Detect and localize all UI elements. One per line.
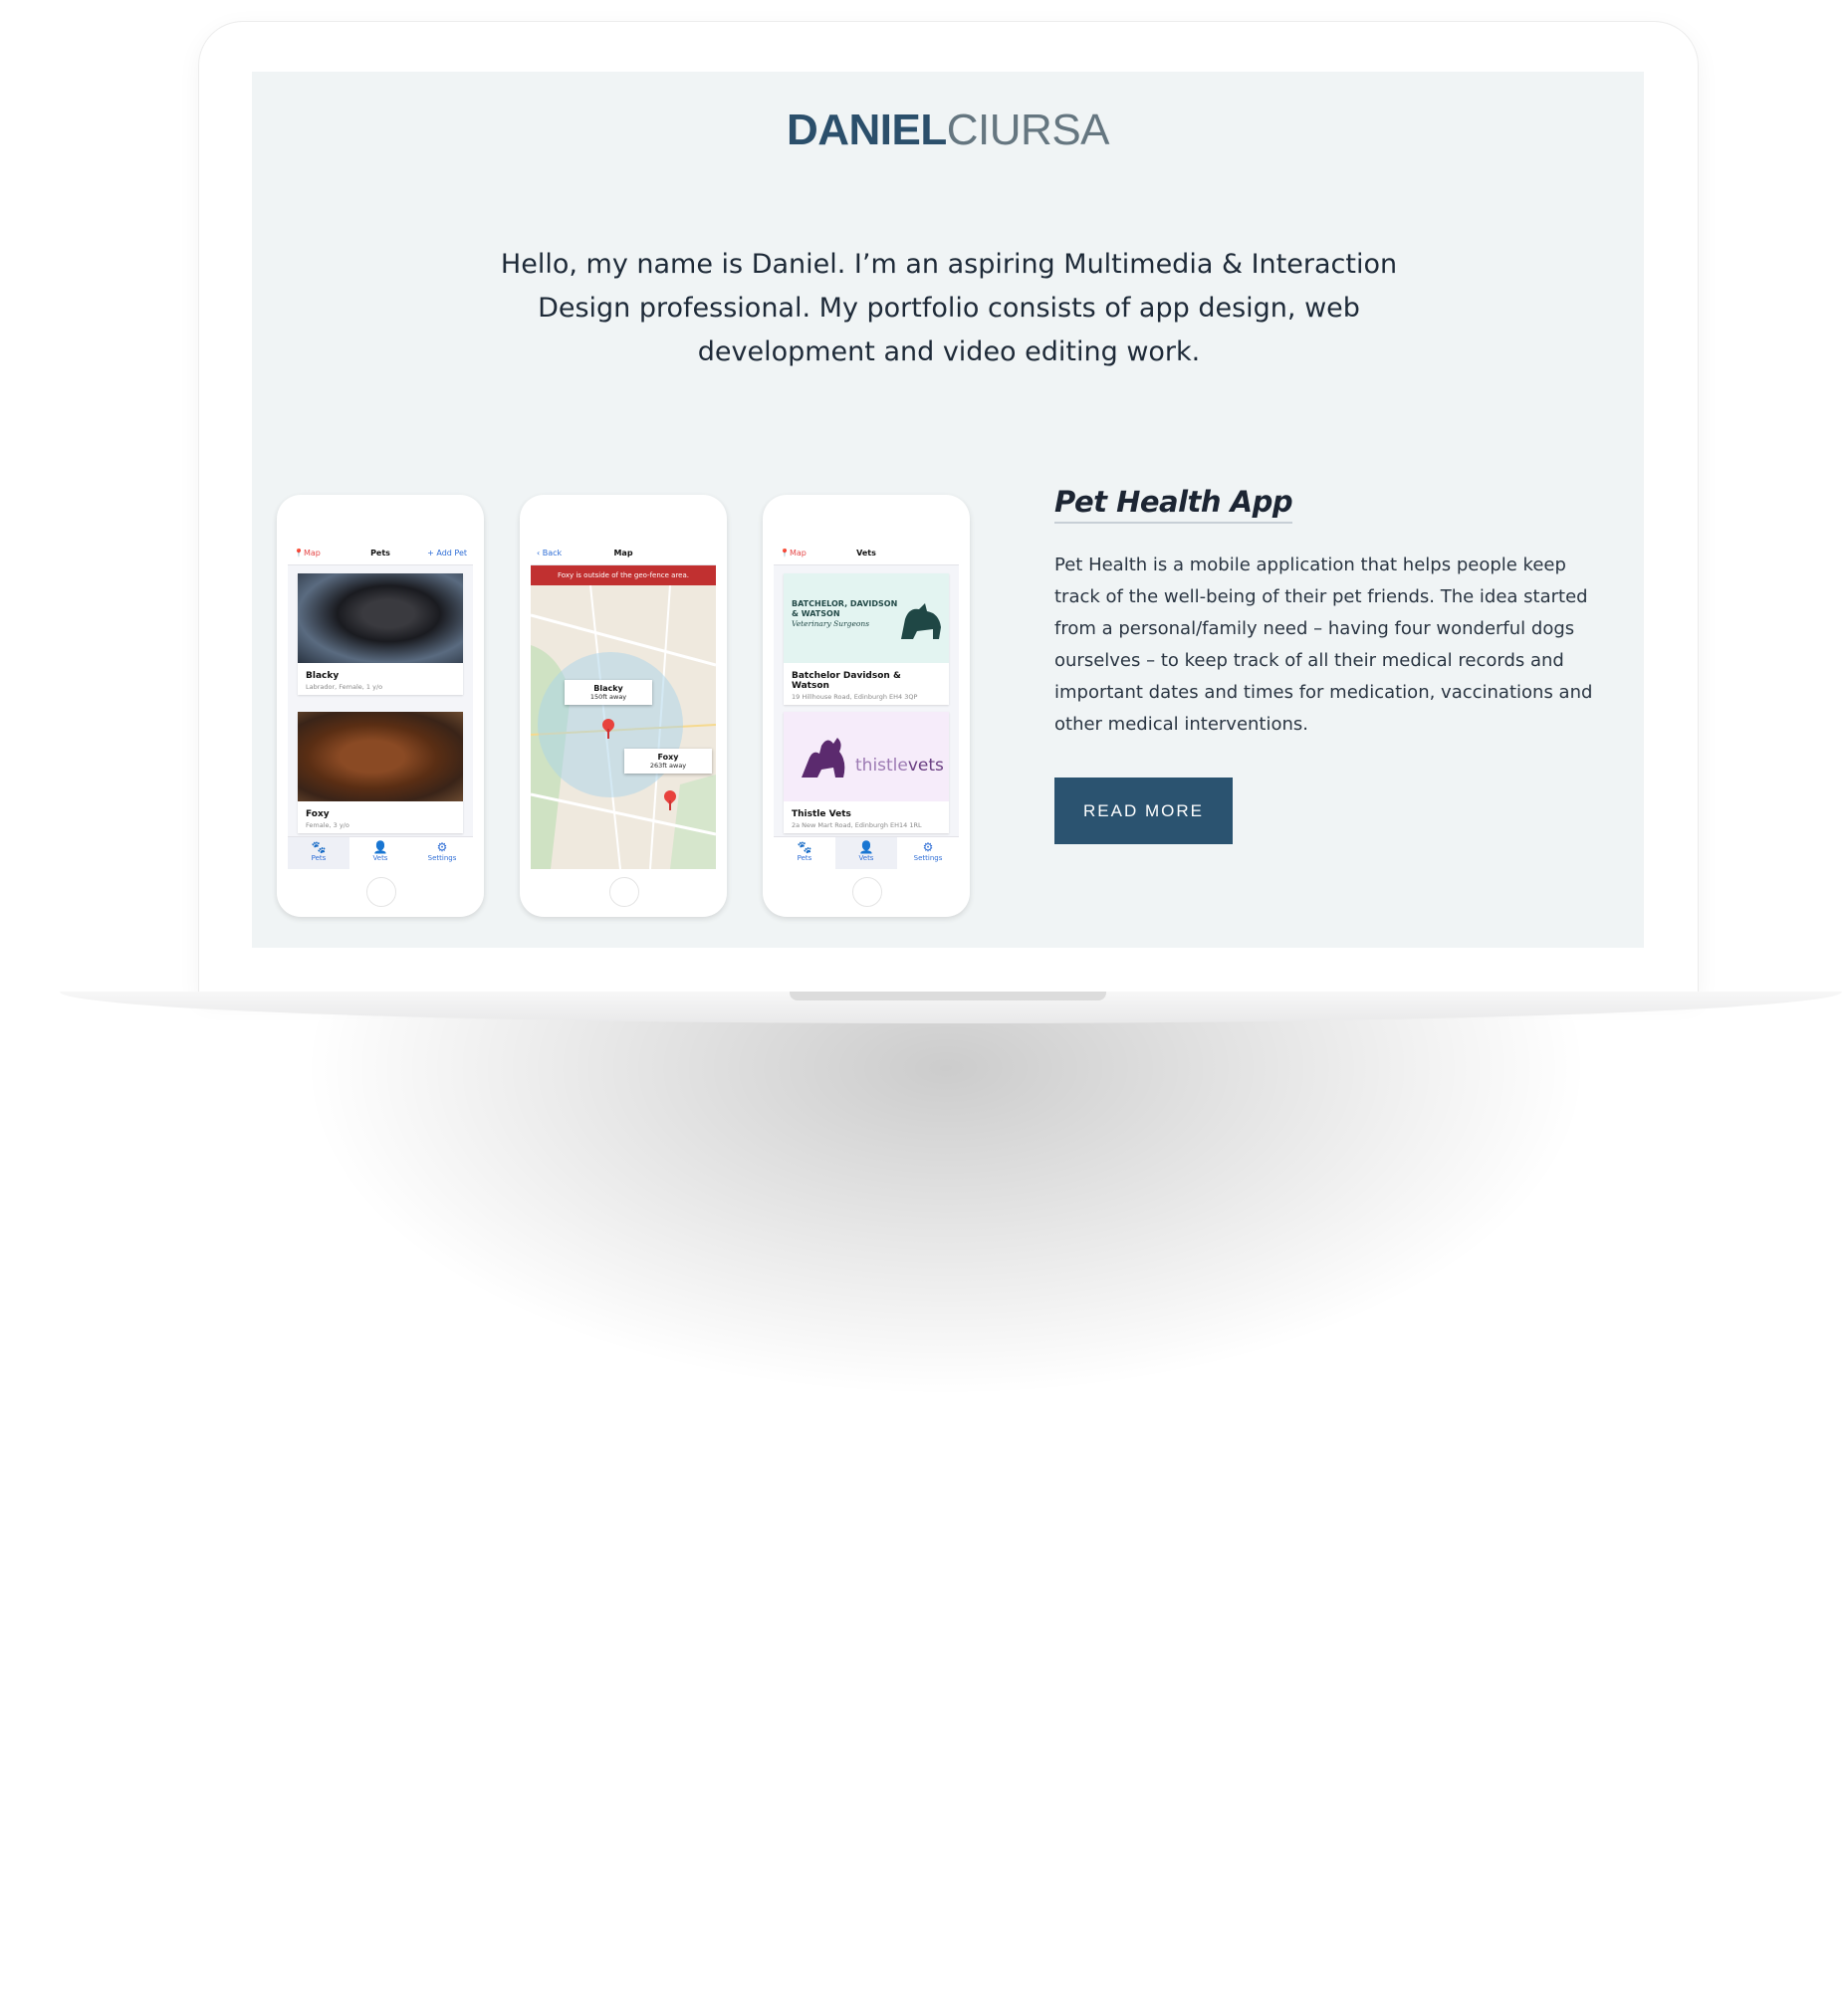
gear-icon: ⚙ [922,840,934,854]
vet-name: Batchelor Davidson & Watson [792,671,901,691]
map-graphic [531,585,716,869]
add-pet-link[interactable]: + Add Pet [427,549,467,557]
project-description: Pet Health is a mobile application that … [1054,555,1593,735]
pets-screen: 📍Map Pets + Add Pet Blacky Labrador, Fem… [288,543,473,869]
paw-icon: 🐾 [797,840,812,854]
nav-title: Map [613,549,633,557]
site-logo[interactable]: DANIELCIURSA [252,106,1644,155]
laptop-shadow [249,1005,1643,1424]
vet-card[interactable]: BATCHELOR, DAVIDSON & WATSON Veterinary … [784,573,949,705]
home-button [366,877,396,907]
vet-logo-batchelor: BATCHELOR, DAVIDSON & WATSON Veterinary … [784,573,949,663]
map-callout-blacky[interactable]: Blacky 150ft away [565,680,652,705]
nav-bar: 📍Map Vets [774,543,959,565]
vet-address: 19 Hillhouse Road, Edinburgh EH4 3QP [792,693,918,701]
vet-logo-thistle: thistlevets [784,712,949,801]
logo-first-name: DANIEL [786,106,947,154]
tab-label: Pets [797,854,812,862]
map-view[interactable]: Blacky 150ft away Foxy 263ft away [531,585,716,869]
tab-settings[interactable]: ⚙ Settings [897,837,959,869]
tab-label: Settings [427,854,457,862]
tab-vets[interactable]: 👤 Vets [835,837,897,869]
tab-bar: 🐾 Pets 👤 Vets ⚙ Settings [774,836,959,869]
nav-title: Vets [856,549,876,557]
callout-name: Foxy [657,753,679,762]
tab-vets[interactable]: 👤 Vets [349,837,411,869]
pet-detail: Labrador, Female, 1 y/o [306,683,383,691]
home-button [852,877,882,907]
tab-settings[interactable]: ⚙ Settings [411,837,473,869]
tab-bar: 🐾 Pets 👤 Vets ⚙ Settings [288,836,473,869]
pet-name: Foxy [306,809,330,819]
map-pin-stem [607,729,609,739]
map-callout-foxy[interactable]: Foxy 263ft away [624,749,712,774]
vet-logo-line: BATCHELOR, DAVIDSON [792,599,898,608]
map-screen: ‹ Back Map Foxy is outside of the geo-fe… [531,543,716,869]
person-icon: 👤 [858,840,874,854]
geofence-alert-banner: Foxy is outside of the geo-fence area. [531,565,716,585]
intro-text: Hello, my name is Daniel. I’m an aspirin… [500,249,1398,367]
laptop-screen: DANIELCIURSA Hello, my name is Daniel. I… [252,72,1644,948]
map-pin-stem [669,800,671,810]
pet-photo [298,573,463,663]
gear-icon: ⚙ [436,840,448,854]
nav-bar: 📍Map Pets + Add Pet [288,543,473,565]
project-title[interactable]: Pet Health App [1054,485,1293,524]
read-more-button[interactable]: READ MORE [1054,778,1233,844]
tab-label: Vets [858,854,874,862]
paw-icon: 🐾 [311,840,327,854]
vet-card[interactable]: thistlevets Thistle Vets 2a New Mart Roa… [784,712,949,833]
tab-label: Settings [913,854,943,862]
vet-name: Thistle Vets [792,809,851,819]
vet-logo-word: vets [907,756,944,776]
tab-pets[interactable]: 🐾 Pets [288,837,349,869]
dog-silhouette-icon [901,603,941,639]
callout-distance: 263ft away [649,762,687,770]
vet-logo-sub: Veterinary Surgeons [792,619,870,628]
callout-distance: 150ft away [589,693,627,701]
phone-mockup-pets: 📍Map Pets + Add Pet Blacky Labrador, Fem… [277,495,484,917]
phone-mockup-map: ‹ Back Map Foxy is outside of the geo-fe… [520,495,727,917]
nav-bar: ‹ Back Map [531,543,716,565]
vet-logo-line: & WATSON [792,609,840,618]
logo-last-name: CIURSA [946,106,1110,154]
pet-card[interactable]: Blacky Labrador, Female, 1 y/o [298,573,463,695]
person-icon: 👤 [372,840,388,854]
pet-name: Blacky [306,671,340,681]
pet-photo [298,712,463,801]
home-button [609,877,639,907]
tab-pets[interactable]: 🐾 Pets [774,837,835,869]
tab-label: Vets [372,854,388,862]
vet-logo-word: thistle [855,756,908,776]
vets-screen: 📍Map Vets BATCHELOR, DAVIDSON & WATSON V… [774,543,959,869]
pet-detail: Female, 3 y/o [306,821,349,829]
vet-address: 2a New Mart Road, Edinburgh EH14 1RL [792,821,922,829]
phone-mockup-vets: 📍Map Vets BATCHELOR, DAVIDSON & WATSON V… [763,495,970,917]
callout-name: Blacky [593,684,623,693]
pet-card[interactable]: Foxy Female, 3 y/o [298,712,463,833]
laptop-notch [790,992,1106,1000]
tab-label: Pets [311,854,327,862]
thistle-animals-icon [802,738,845,778]
